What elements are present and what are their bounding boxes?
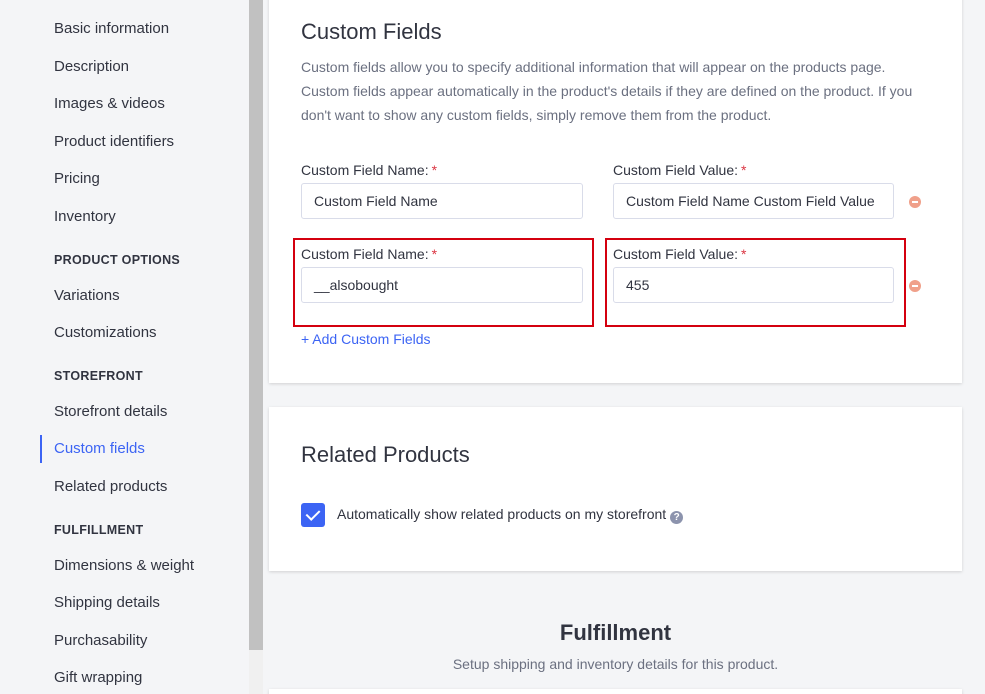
sidebar-item-images-videos[interactable]: Images & videos bbox=[54, 94, 165, 114]
sidebar-item-customizations[interactable]: Customizations bbox=[54, 323, 157, 343]
sidebar-item-shipping-details[interactable]: Shipping details bbox=[54, 593, 160, 613]
sidebar-item-dimensions-weight[interactable]: Dimensions & weight bbox=[54, 556, 194, 576]
sidebar-item-gift-wrapping[interactable]: Gift wrapping bbox=[54, 668, 142, 688]
sidebar-heading-storefront: STOREFRONT bbox=[54, 369, 143, 383]
related-products-checkbox[interactable] bbox=[301, 503, 325, 527]
related-products-title: Related Products bbox=[301, 442, 470, 467]
add-custom-fields-link[interactable]: + Add Custom Fields bbox=[301, 331, 431, 347]
sidebar-item-storefront-details[interactable]: Storefront details bbox=[54, 402, 167, 422]
sidebar-heading-product-options: PRODUCT OPTIONS bbox=[54, 253, 181, 267]
remove-field-icon[interactable] bbox=[909, 196, 921, 208]
question-circle-icon[interactable]: ? bbox=[670, 511, 684, 524]
sidebar-item-related-products[interactable]: Related products bbox=[54, 477, 167, 497]
sidebar-item-inventory[interactable]: Inventory bbox=[54, 207, 116, 227]
custom-fields-description: Custom fields allow you to specify addit… bbox=[301, 59, 913, 123]
custom-field-name-label: Custom Field Name: * bbox=[301, 246, 438, 262]
sidebar-item-custom-fields[interactable]: Custom fields bbox=[54, 439, 145, 459]
custom-fields-title: Custom Fields bbox=[301, 19, 442, 44]
fulfillment-card bbox=[269, 689, 962, 694]
sidebar-active-indicator bbox=[40, 435, 42, 463]
scrollbar-thumb[interactable] bbox=[249, 0, 263, 650]
custom-field-name-input[interactable]: Custom Field Name bbox=[301, 183, 583, 219]
fulfillment-subtitle: Setup shipping and inventory details for… bbox=[452, 656, 779, 672]
remove-field-icon[interactable] bbox=[909, 280, 921, 292]
sidebar-item-basic-information[interactable]: Basic information bbox=[54, 19, 169, 39]
custom-field-value-label: Custom Field Value: * bbox=[613, 162, 747, 178]
custom-field-value-input[interactable]: Custom Field Name Custom Field Value bbox=[613, 183, 894, 219]
sidebar-item-description[interactable]: Description bbox=[54, 57, 129, 77]
fulfillment-title: Fulfillment bbox=[559, 620, 672, 645]
product-sidebar: Basic information Description Images & v… bbox=[0, 0, 250, 694]
custom-field-value-label: Custom Field Value: * bbox=[613, 246, 747, 262]
sidebar-heading-fulfillment: FULFILLMENT bbox=[54, 523, 144, 537]
custom-fields-card: Custom Fields Custom fields allow you to… bbox=[269, 0, 962, 383]
related-products-checkbox-label: Automatically show related products on m… bbox=[337, 506, 684, 524]
custom-field-name-label: Custom Field Name: * bbox=[301, 162, 438, 178]
sidebar-scrollbar[interactable] bbox=[249, 0, 263, 694]
sidebar-item-variations[interactable]: Variations bbox=[54, 286, 120, 306]
sidebar-item-pricing[interactable]: Pricing bbox=[54, 169, 100, 189]
sidebar-item-product-identifiers[interactable]: Product identifiers bbox=[54, 132, 174, 152]
custom-field-value-input[interactable]: 455 bbox=[613, 267, 894, 303]
sidebar-item-purchasability[interactable]: Purchasability bbox=[54, 631, 147, 651]
custom-field-name-input[interactable]: __alsobought bbox=[301, 267, 583, 303]
related-products-card: Related Products Automatically show rela… bbox=[269, 407, 962, 571]
